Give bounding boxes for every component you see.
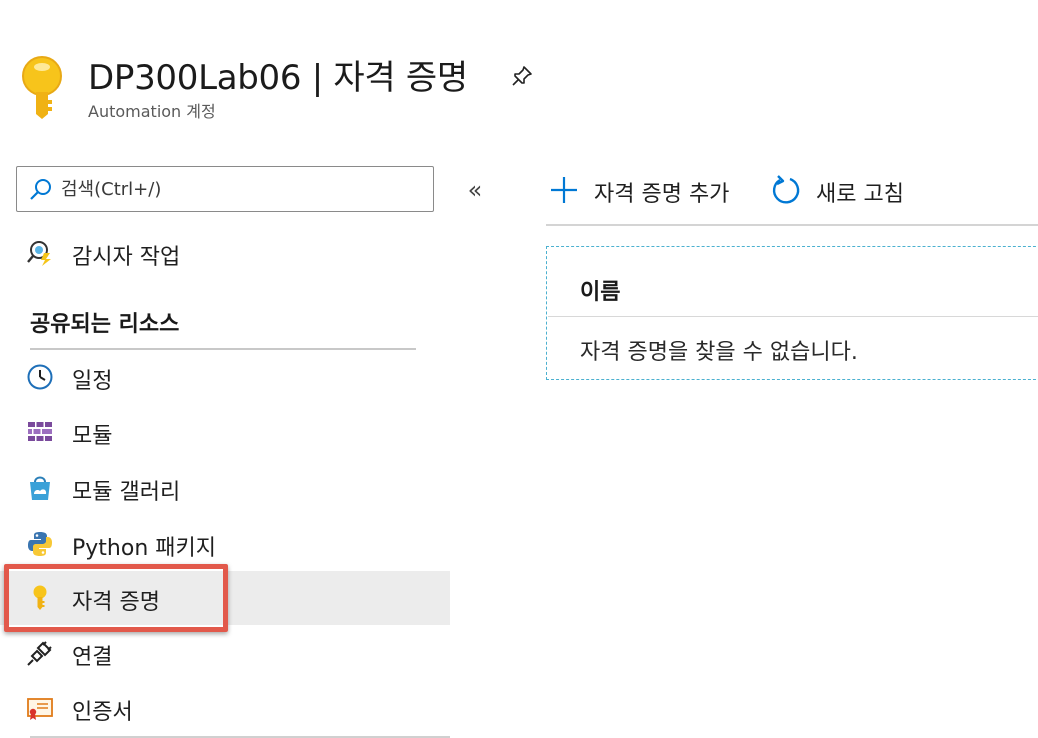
automation-key-icon (18, 54, 66, 120)
plug-icon (26, 639, 54, 667)
grid-header-divider (548, 316, 1038, 317)
sidebar-item-label: 모듈 갤러리 (72, 480, 181, 505)
refresh-button[interactable]: 새로 고침 (770, 170, 920, 210)
python-icon (26, 530, 54, 558)
sidebar-item-label: 연결 (72, 645, 113, 670)
sidebar-item-label: 모듈 (72, 424, 113, 449)
sidebar-item-python-packages[interactable]: Python 패키지 (0, 517, 450, 571)
page-subtitle: Automation 계정 (88, 102, 216, 121)
sidebar-item-modules[interactable]: 모듈 (0, 405, 450, 459)
sidebar-item-connections[interactable]: 연결 (0, 626, 450, 680)
add-credential-label: 자격 증명 추가 (594, 182, 730, 207)
toolbar-divider (546, 224, 1038, 226)
search-input[interactable] (61, 175, 421, 203)
sidebar-item-label: 자격 증명 (72, 590, 160, 615)
empty-state-message: 자격 증명을 찾을 수 없습니다. (580, 340, 858, 365)
clock-icon (26, 363, 54, 391)
sidebar-item-label: 감시자 작업 (72, 245, 181, 270)
search-icon (29, 177, 53, 201)
gallery-icon (26, 474, 54, 502)
page-title: DP300Lab06 | 자격 증명 (88, 58, 468, 98)
plus-icon (548, 174, 580, 206)
pin-icon[interactable] (510, 64, 534, 88)
add-credential-button[interactable]: 자격 증명 추가 (548, 170, 758, 210)
key-icon (26, 584, 54, 612)
sidebar-item-certificates[interactable]: 인증서 (0, 681, 450, 735)
watcher-icon (26, 239, 54, 267)
sidebar-item-module-gallery[interactable]: 모듈 갤러리 (0, 461, 450, 515)
column-header-name[interactable]: 이름 (580, 274, 620, 306)
search-box[interactable] (16, 166, 434, 212)
refresh-icon (770, 174, 802, 206)
sidebar-item-watcher-tasks[interactable]: 감시자 작업 (0, 226, 450, 280)
sidebar-item-label: Python 패키지 (72, 536, 216, 561)
sidebar-item-label: 일정 (72, 369, 113, 394)
collapse-sidebar-button[interactable]: « (460, 176, 490, 204)
sidebar-item-label: 인증서 (72, 700, 133, 725)
modules-icon (26, 418, 54, 446)
sidebar-item-schedules[interactable]: 일정 (0, 350, 450, 404)
section-heading-shared-resources: 공유되는 리소스 (30, 312, 180, 337)
certificate-icon (26, 694, 54, 722)
refresh-label: 새로 고침 (816, 182, 904, 207)
sidebar-item-credentials[interactable]: 자격 증명 (0, 571, 450, 625)
